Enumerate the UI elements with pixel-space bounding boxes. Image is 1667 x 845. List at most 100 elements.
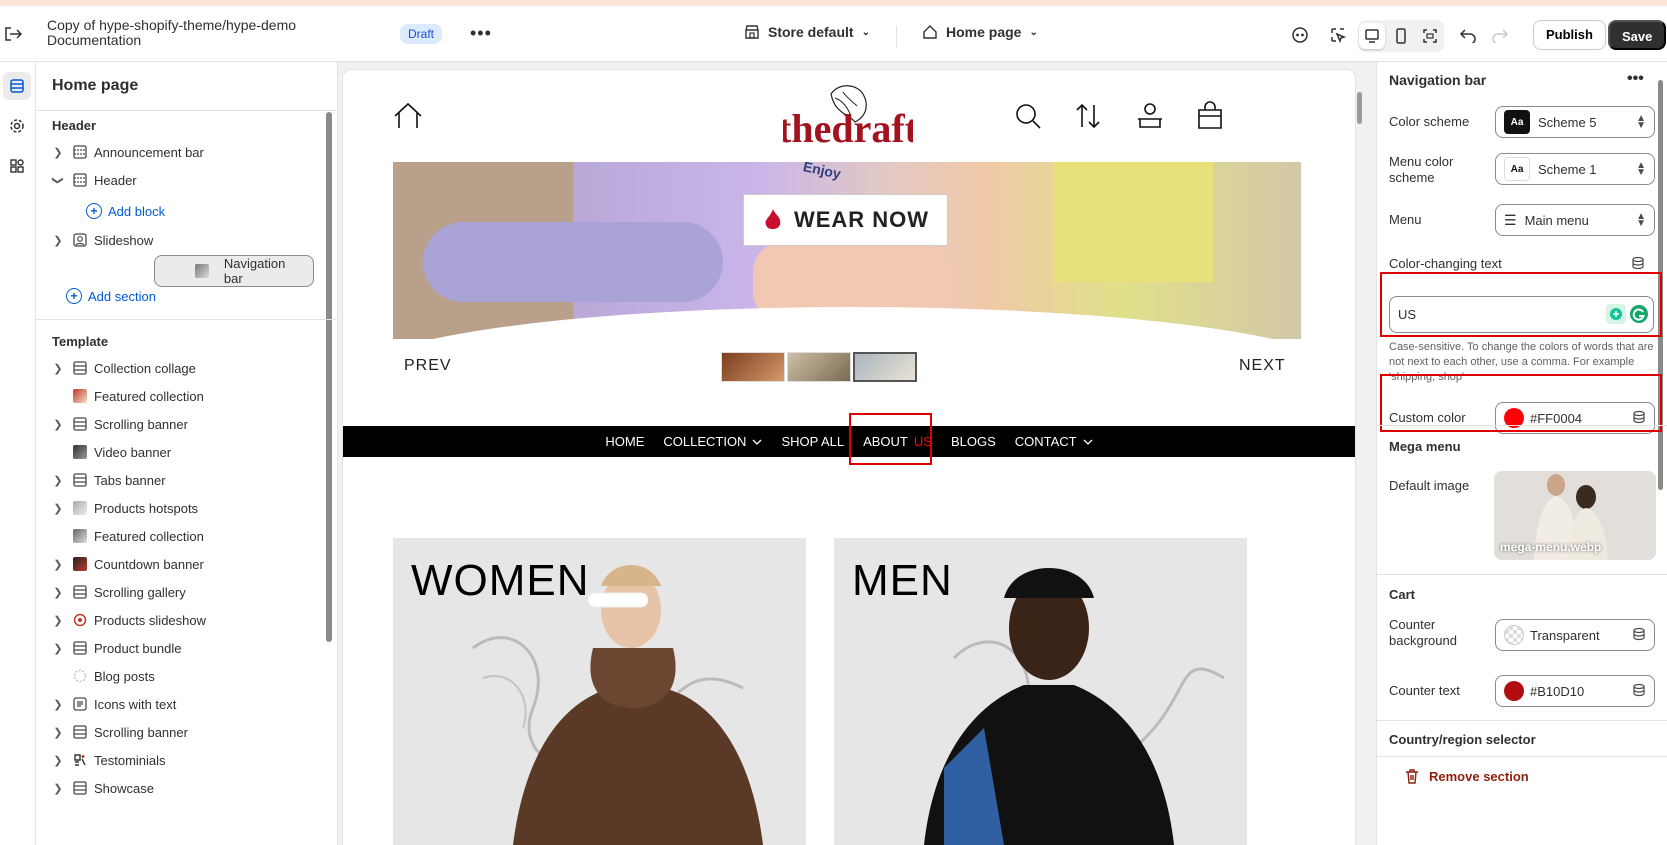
sidebar-item-collection-collage[interactable]: ❯ Collection collage [48,354,310,382]
chevron-right-icon[interactable]: ❯ [48,586,68,599]
hero-slideshow[interactable]: Enjoy WEAR NOW [393,162,1301,339]
sidebar-item-countdown-banner[interactable]: ❯ Countdown banner [48,550,310,578]
cart-icon[interactable] [1195,101,1225,131]
fullscreen-view-icon[interactable] [1417,23,1443,49]
redo-icon[interactable] [1488,23,1512,47]
page-title: Home page [52,77,139,94]
nav-contact[interactable]: CONTACT [1015,434,1093,449]
inspector-icon[interactable] [1326,23,1350,47]
remove-section-button[interactable]: Remove section [1405,768,1529,784]
prev-slide-button[interactable]: PREV [404,357,452,375]
chevron-down-icon: ⌄ [861,26,870,38]
sidebar-item-label: Featured collection [94,528,204,544]
trash-icon [1406,769,1418,784]
section-layout-icon [72,724,88,740]
nav-blogs[interactable]: BLOGS [951,434,996,449]
apps-icon[interactable] [3,152,31,180]
add-block-label: Add block [108,203,166,219]
desktop-view-icon[interactable] [1359,23,1386,49]
chevron-right-icon[interactable]: ❯ [48,698,68,711]
add-section-button[interactable]: + Add section [66,288,156,304]
chevron-right-icon[interactable]: ❯ [48,782,68,795]
page-selector[interactable]: Home page ⌄ [922,24,1038,40]
sidebar-item-scrolling-banner[interactable]: ❯ Scrolling banner [48,410,310,438]
transparent-swatch [1504,625,1524,645]
store-logo[interactable]: thedraft [778,84,919,156]
section-thumbnail-icon [195,264,209,278]
more-actions-button[interactable]: ••• [470,23,492,44]
sidebar-item-navigation-bar[interactable]: Navigation bar [154,255,314,287]
sidebar-item-announcement-bar[interactable]: ❯ Announcement bar [48,138,310,166]
chevron-right-icon[interactable]: ❯ [48,558,68,571]
menu-list-icon: ☰ [1504,211,1517,228]
dynamic-source-icon[interactable] [1631,256,1645,273]
sidebar-item-featured-collection[interactable]: Featured collection [48,382,310,410]
dynamic-source-icon[interactable] [1632,683,1646,700]
nav-collection[interactable]: COLLECTION [663,434,762,449]
next-slide-button[interactable]: NEXT [1239,357,1286,375]
theme-settings-icon[interactable] [3,112,31,140]
dynamic-source-icon[interactable] [1632,627,1646,644]
sidebar-item-tabs-banner[interactable]: ❯ Tabs banner [48,466,310,494]
mobile-view-icon[interactable] [1388,23,1414,49]
sidebar-item-video-banner[interactable]: Video banner [48,438,310,466]
collection-card-women[interactable]: WOMEN [393,538,806,845]
sidebar-scrollbar[interactable] [326,112,332,642]
ai-agent-icon[interactable] [1288,23,1312,47]
sidebar-item-scrolling-banner-2[interactable]: ❯ Scrolling banner [48,718,310,746]
add-block-button[interactable]: + Add block [86,203,165,219]
chevron-right-icon[interactable]: ❯ [48,726,68,739]
chevron-right-icon[interactable]: ❯ [48,474,68,487]
publish-button[interactable]: Publish [1533,20,1606,50]
counter-background-picker[interactable]: Transparent [1495,619,1655,651]
chevron-right-icon[interactable]: ❯ [48,418,68,431]
store-selector[interactable]: Store default ⌄ [744,24,870,40]
sidebar-item-scrolling-gallery[interactable]: ❯ Scrolling gallery [48,578,310,606]
nav-shop-all[interactable]: SHOP ALL [781,434,844,449]
sidebar-item-products-hotspots[interactable]: ❯ Products hotspots [48,494,310,522]
blog-icon [72,668,88,684]
sidebar-item-label: Navigation bar [223,256,286,286]
sections-icon[interactable] [3,72,31,100]
slide-thumbnail[interactable] [721,352,785,382]
sidebar-item-icons-with-text[interactable]: ❯ Icons with text [48,690,310,718]
sidebar-item-product-bundle[interactable]: ❯ Product bundle [48,634,310,662]
chevron-right-icon[interactable]: ❯ [48,146,68,159]
menu-color-scheme-select[interactable]: Aa Scheme 1 ▲ ▼ [1495,153,1655,185]
sidebar-item-featured-collection-2[interactable]: Featured collection [48,522,310,550]
more-actions-button[interactable]: ••• [1627,70,1644,88]
chevron-right-icon[interactable]: ❯ [48,642,68,655]
save-button[interactable]: Save [1608,20,1667,50]
sidebar-item-products-slideshow[interactable]: ❯ Products slideshow [48,606,310,634]
sidebar-item-header[interactable]: ❯ Header [48,166,310,194]
account-icon[interactable] [1135,101,1165,131]
sidebar-item-testominials[interactable]: ❯ Testominials [48,746,310,774]
status-badge: Draft [400,24,443,44]
sidebar-item-slideshow[interactable]: ❯ Slideshow [48,226,310,254]
home-icon[interactable] [393,102,423,133]
chevron-right-icon[interactable]: ❯ [48,502,68,515]
color-scheme-select[interactable]: Aa Scheme 5 ▲ ▼ [1495,106,1655,138]
chevron-down-icon[interactable]: ❯ [52,170,65,190]
nav-home[interactable]: HOME [605,434,644,449]
slide-thumbnail[interactable] [787,352,851,382]
chevron-right-icon[interactable]: ❯ [48,754,68,767]
menu-select[interactable]: ☰ Main menu ▲ ▼ [1495,204,1655,236]
exit-icon[interactable] [4,26,23,42]
settings-title: Navigation bar [1389,72,1487,88]
chevron-right-icon[interactable]: ❯ [48,234,68,247]
preview-scrollbar[interactable] [1357,92,1362,124]
section-layout-icon [72,584,88,600]
chevron-right-icon[interactable]: ❯ [48,614,68,627]
collection-card-men[interactable]: MEN [834,538,1247,845]
default-image-picker[interactable]: mega-menu.webp [1494,471,1656,560]
sort-icon[interactable] [1073,101,1103,131]
slide-thumbnail-active[interactable] [853,352,917,382]
search-icon[interactable] [1013,101,1043,131]
undo-icon[interactable] [1456,23,1480,47]
counter-text-picker[interactable]: #B10D10 [1495,675,1655,707]
sidebar-item-showcase[interactable]: ❯ Showcase [48,774,310,802]
sidebar-item-blog-posts[interactable]: Blog posts [48,662,310,690]
sidebar-item-label: Showcase [94,780,154,796]
chevron-right-icon[interactable]: ❯ [48,362,68,375]
